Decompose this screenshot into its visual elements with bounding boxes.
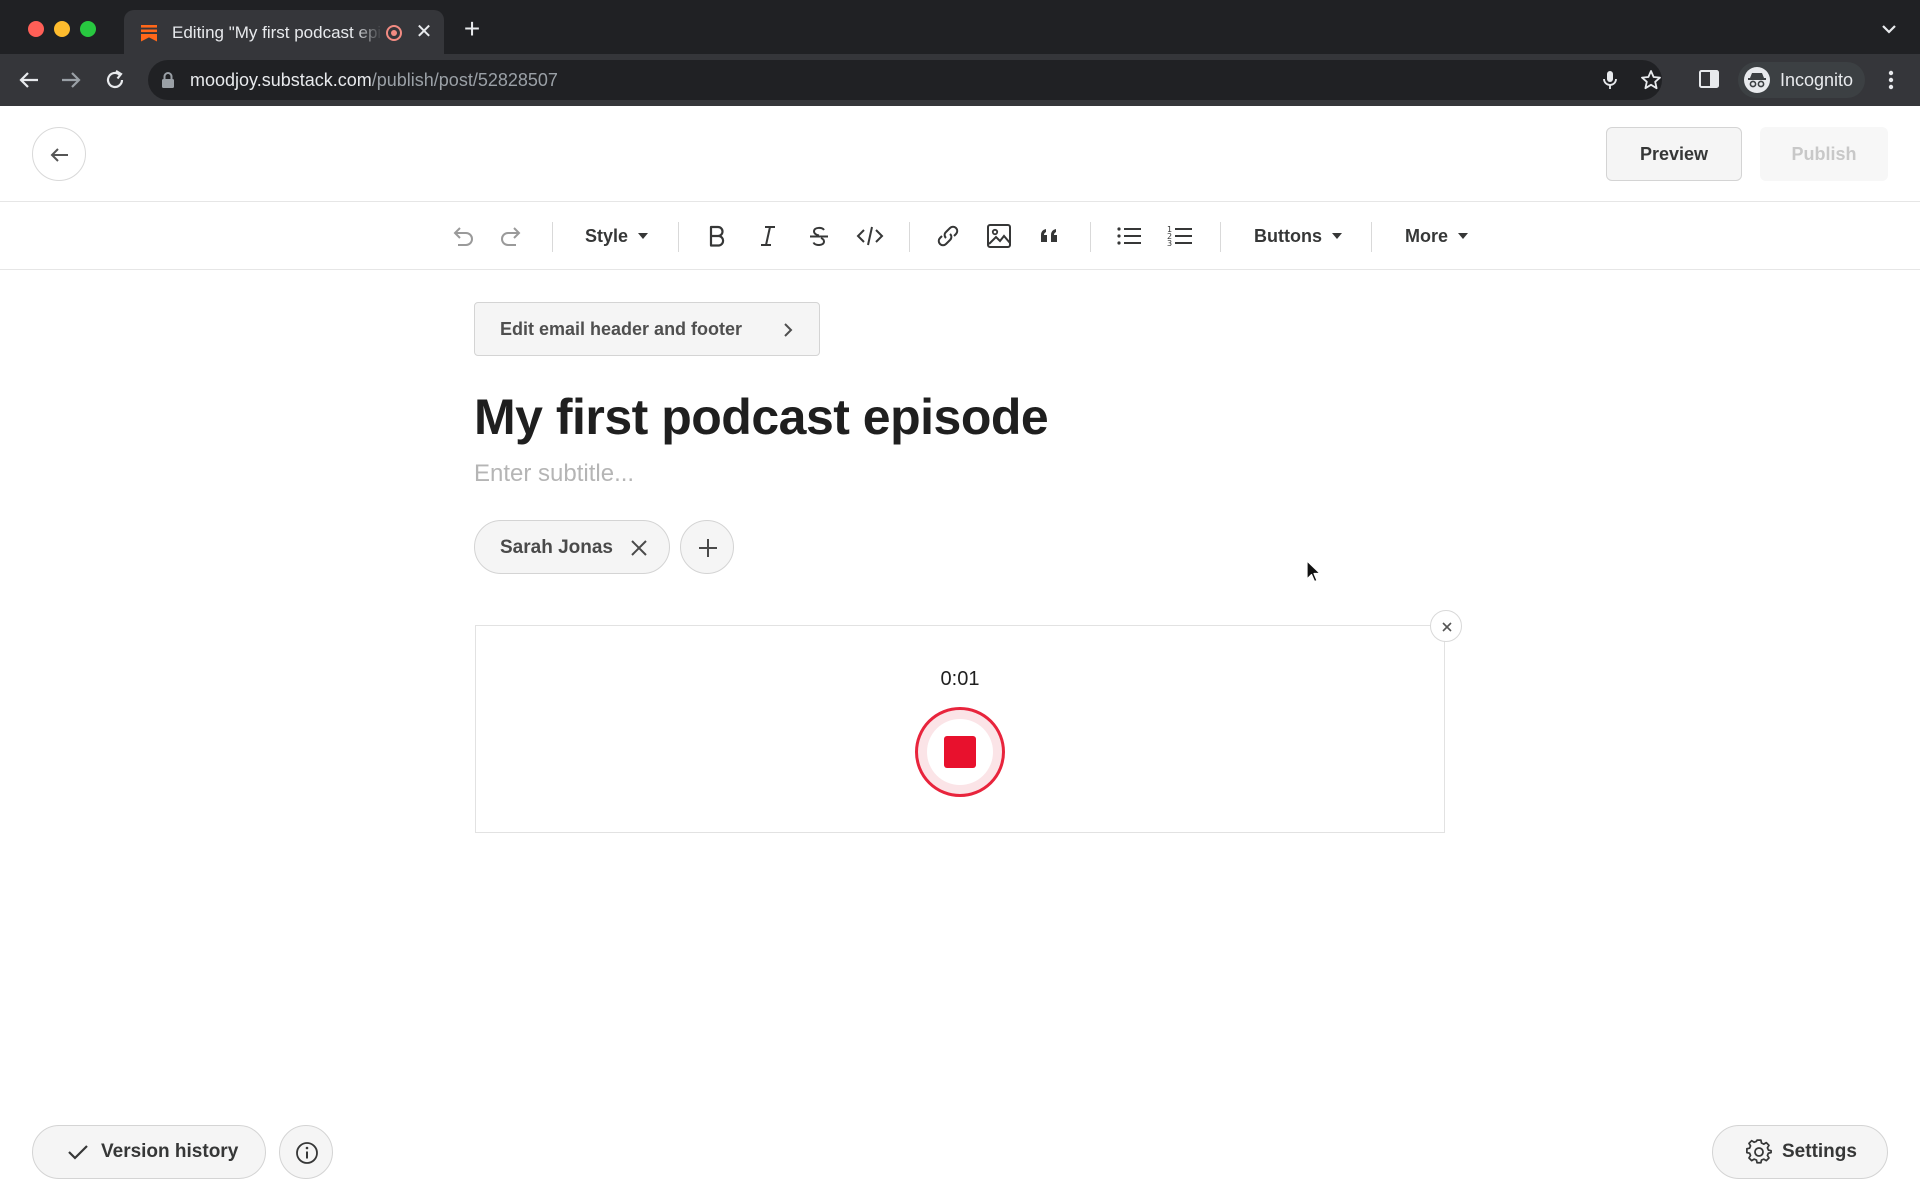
browser-reload-icon[interactable]	[102, 67, 128, 93]
toolbar-divider	[909, 222, 910, 252]
toolbar-divider	[1371, 222, 1372, 252]
window-minimize-button[interactable]	[54, 21, 70, 37]
toolbar-divider	[1090, 222, 1091, 252]
back-button[interactable]	[32, 127, 86, 181]
formatting-toolbar: Style 1 2 3 Buttons More	[0, 202, 1920, 270]
incognito-icon	[1744, 67, 1770, 93]
tab-search-chevron-icon[interactable]	[1880, 22, 1898, 36]
microphone-icon[interactable]	[1599, 69, 1621, 91]
toolbar-divider	[1220, 222, 1221, 252]
toolbar-divider	[552, 222, 553, 252]
incognito-label: Incognito	[1780, 69, 1854, 90]
lock-icon	[162, 72, 174, 88]
plus-icon	[699, 539, 717, 557]
buttons-dropdown[interactable]: Buttons	[1254, 222, 1342, 250]
redo-icon[interactable]	[498, 222, 526, 250]
style-dropdown[interactable]: Style	[585, 222, 649, 250]
checkmark-icon	[68, 1145, 88, 1160]
browser-toolbar: moodjoy.substack.com/publish/post/528285…	[0, 54, 1920, 106]
settings-label: Settings	[1782, 1141, 1857, 1162]
toolbar-divider	[678, 222, 679, 252]
stop-button-inner	[927, 719, 993, 785]
close-icon	[1442, 622, 1452, 632]
svg-text:3: 3	[1167, 239, 1172, 248]
chevron-right-icon	[784, 323, 793, 337]
browser-menu-icon[interactable]	[1880, 68, 1902, 92]
remove-recorder-button[interactable]	[1430, 610, 1462, 642]
publish-button[interactable]: Publish	[1760, 127, 1888, 181]
recording-indicator-icon	[386, 25, 402, 41]
new-tab-button[interactable]: +	[460, 15, 484, 43]
stop-square-icon	[944, 736, 976, 768]
undo-icon[interactable]	[448, 222, 476, 250]
more-dropdown[interactable]: More	[1405, 222, 1469, 250]
browser-forward-icon[interactable]	[58, 67, 84, 93]
add-author-button[interactable]	[680, 520, 734, 574]
version-history-label: Version history	[101, 1141, 239, 1162]
author-chip[interactable]: Sarah Jonas	[474, 520, 670, 574]
blockquote-icon[interactable]	[1036, 222, 1064, 250]
strikethrough-icon[interactable]	[805, 222, 833, 250]
incognito-profile-button[interactable]: Incognito	[1738, 62, 1866, 98]
audio-recorder-block: 0:01	[475, 610, 1462, 833]
settings-button[interactable]: Settings	[1712, 1125, 1888, 1179]
preview-button[interactable]: Preview	[1606, 127, 1742, 181]
address-bar[interactable]: moodjoy.substack.com/publish/post/528285…	[148, 60, 1662, 100]
more-dropdown-label: More	[1405, 225, 1449, 246]
info-button[interactable]	[279, 1125, 333, 1179]
caret-down-icon	[1458, 233, 1469, 239]
edit-email-label: Edit email header and footer	[500, 319, 743, 339]
page: Editing "My first podcast episode" ✕ +	[0, 0, 1920, 1200]
caret-down-icon	[1331, 233, 1342, 239]
version-history-button[interactable]: Version history	[32, 1125, 266, 1179]
edit-email-header-footer-button[interactable]: Edit email header and footer	[474, 302, 820, 356]
image-icon[interactable]	[985, 222, 1013, 250]
buttons-dropdown-label: Buttons	[1254, 225, 1322, 246]
mouse-cursor-icon	[1306, 560, 1321, 583]
numbered-list-icon[interactable]: 1 2 3	[1166, 222, 1194, 250]
tab-title: Editing "My first podcast episode"	[172, 23, 382, 43]
italic-icon[interactable]	[754, 222, 782, 250]
bold-icon[interactable]	[703, 222, 731, 250]
remove-author-icon[interactable]	[629, 538, 649, 558]
post-title[interactable]: My first podcast episode	[474, 388, 1049, 446]
url-path: /publish/post/52828507	[371, 70, 558, 90]
window-zoom-button[interactable]	[80, 21, 96, 37]
tab-close-icon[interactable]: ✕	[414, 22, 434, 42]
bookmark-star-icon[interactable]	[1640, 69, 1662, 91]
link-icon[interactable]	[934, 222, 962, 250]
arrow-left-icon	[50, 148, 68, 162]
url-text: moodjoy.substack.com/publish/post/528285…	[190, 70, 558, 91]
browser-back-icon[interactable]	[16, 67, 42, 93]
editor-header: Preview Publish	[0, 106, 1920, 202]
code-icon[interactable]	[856, 222, 884, 250]
gear-icon	[1746, 1139, 1772, 1164]
url-domain: moodjoy.substack.com	[190, 70, 372, 90]
recording-timer: 0:01	[940, 668, 980, 690]
browser-tab-bar: Editing "My first podcast episode" ✕ +	[0, 0, 1920, 54]
side-panel-icon[interactable]	[1698, 68, 1720, 90]
author-name: Sarah Jonas	[500, 537, 613, 558]
style-dropdown-label: Style	[585, 225, 629, 246]
window-close-button[interactable]	[28, 21, 44, 37]
info-icon	[296, 1142, 318, 1164]
stop-recording-button[interactable]	[915, 707, 1005, 797]
browser-tab-active[interactable]: Editing "My first podcast episode" ✕	[124, 10, 444, 54]
substack-favicon-icon	[141, 25, 157, 42]
subtitle-input[interactable]: Enter subtitle...	[474, 460, 634, 488]
caret-down-icon	[638, 233, 649, 239]
bulleted-list-icon[interactable]	[1115, 222, 1143, 250]
